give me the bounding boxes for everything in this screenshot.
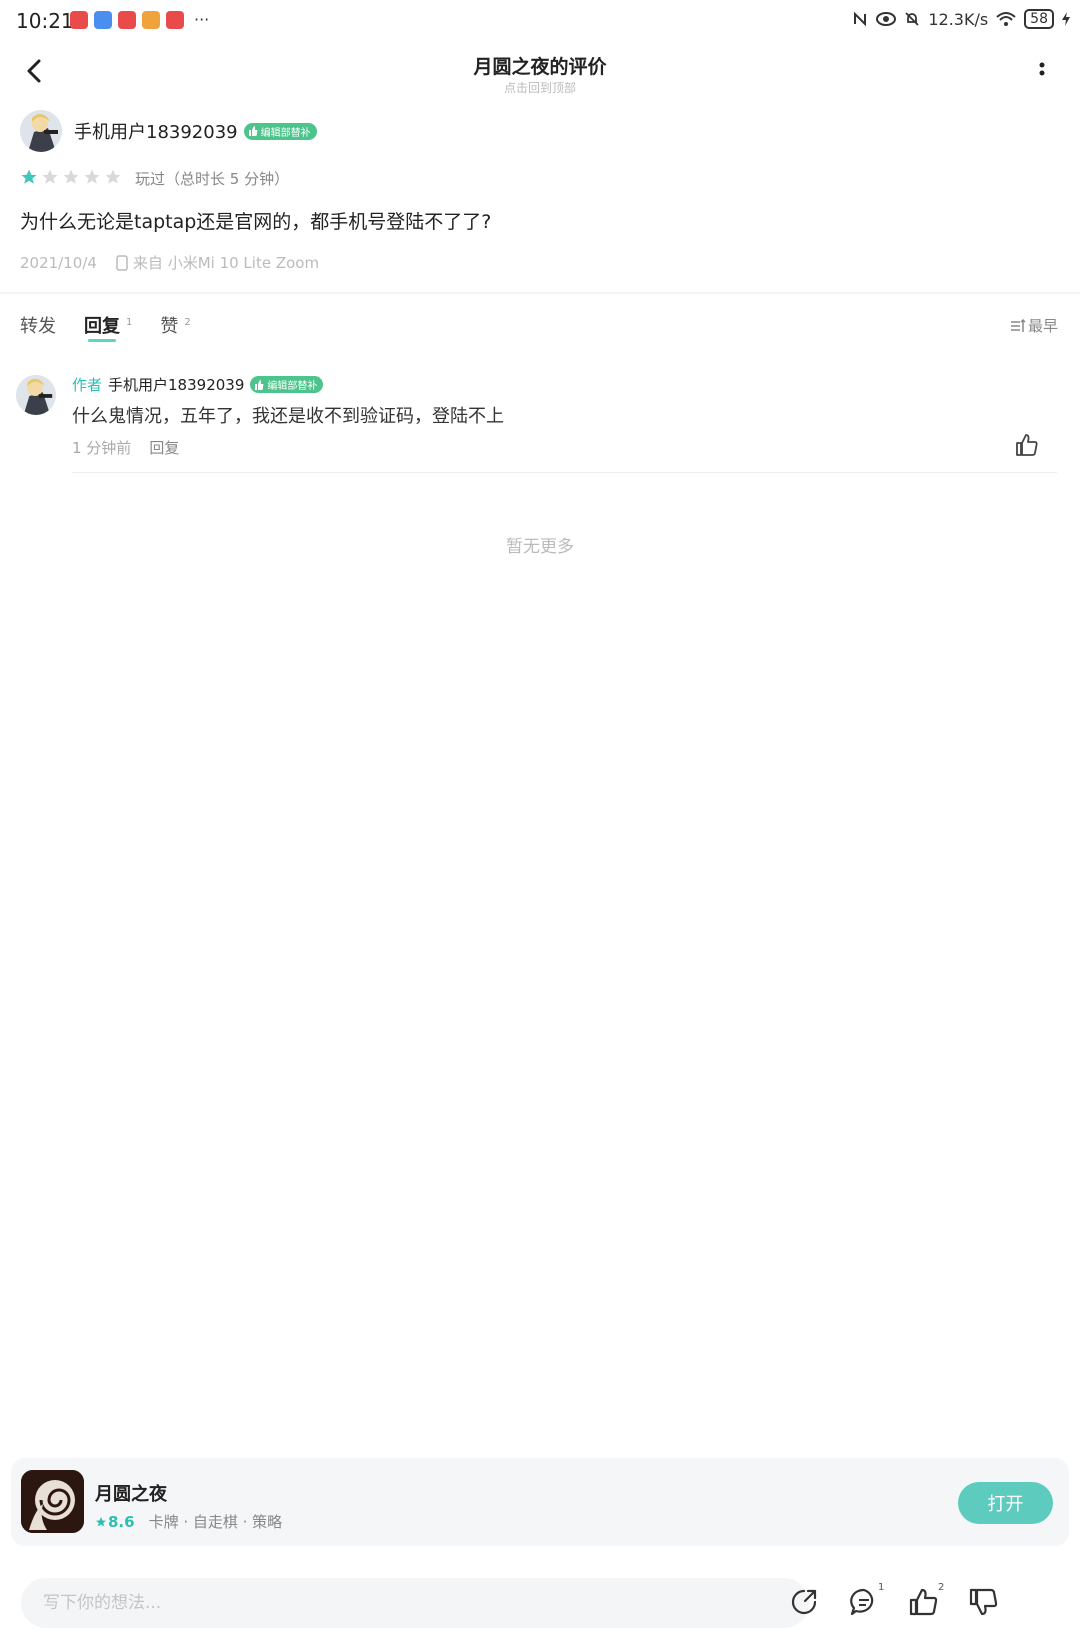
app-score-value: 8.6 [108, 1512, 135, 1531]
reviewer-username[interactable]: 手机用户18392039 [74, 118, 238, 144]
dislike-icon[interactable] [968, 1586, 1000, 1618]
app-name: 月圆之夜 [95, 1484, 167, 1505]
star-icon [96, 1516, 106, 1526]
tab-likes[interactable]: 赞2 [160, 312, 190, 338]
tab-likes-label: 赞 [160, 316, 179, 337]
notification-app-icon [94, 11, 112, 29]
star-empty-icon [84, 169, 100, 184]
status-notification-icons: ··· [70, 11, 209, 29]
comment-like-icon[interactable] [1014, 432, 1040, 458]
thumb-badge-icon [248, 126, 258, 136]
page-header: 月圆之夜的评价 点击回到顶部 [0, 44, 1080, 100]
battery-indicator: 58 [1024, 9, 1054, 29]
reviewer-info: 手机用户18392039 编辑部替补 [74, 118, 317, 144]
notification-app-icon [166, 11, 184, 29]
sort-label: 最早 [1027, 317, 1058, 335]
scroll-to-top-hint[interactable]: 点击回到顶部 [0, 79, 1080, 96]
notification-app-icon [142, 11, 160, 29]
app-info: 8.6 卡牌 · 自走棋 · 策略 [95, 1511, 282, 1532]
active-tab-indicator [88, 339, 116, 342]
section-divider [0, 292, 1080, 294]
editor-badge: 编辑部替补 [250, 376, 324, 393]
comment-text: 什么鬼情况，五年了，我还是收不到验证码，登陆不上 [72, 406, 504, 427]
tab-repost[interactable]: 转发 [20, 312, 56, 338]
more-options-icon[interactable] [1030, 60, 1054, 84]
comment-count: 1 [878, 1582, 885, 1593]
like-count: 2 [938, 1582, 945, 1593]
reviewer-avatar[interactable] [20, 110, 62, 152]
review-content: 为什么无论是taptap还是官网的，都手机号登陆不了了? [20, 211, 492, 233]
author-tag: 作者 [72, 376, 103, 394]
app-score: 8.6 [95, 1513, 135, 1531]
tab-replies[interactable]: 回复 1 [84, 312, 133, 342]
badge-label: 编辑部替补 [260, 127, 311, 139]
sort-button[interactable]: 最早 [1010, 315, 1058, 336]
thumb-badge-icon [255, 379, 264, 390]
star-empty-icon [63, 169, 79, 184]
status-time: 10:21 [16, 9, 74, 33]
status-right: 12.3K/s 58 [852, 9, 1070, 29]
no-more-hint: 暂无更多 [506, 537, 574, 557]
played-duration: 玩过（总时长 5 分钟） [135, 170, 290, 188]
tab-likes-count: 2 [184, 317, 191, 328]
network-speed: 12.3K/s [928, 9, 989, 29]
star-empty-icon [105, 169, 121, 184]
review-meta: 2021/10/4 来自 小米Mi 10 Lite Zoom [20, 252, 319, 273]
commenter-avatar[interactable] [16, 375, 56, 415]
review-device: 来自 小米Mi 10 Lite Zoom [132, 254, 320, 272]
phone-icon [116, 254, 128, 271]
wifi-icon [996, 12, 1016, 26]
status-bar: 10:21 ··· 12.3K/s 58 [0, 0, 1080, 44]
badge-label: 编辑部替补 [267, 381, 318, 392]
notification-app-icon [118, 11, 136, 29]
comment-header: 作者 手机用户18392039 编辑部替补 [72, 374, 324, 395]
like-icon[interactable] [908, 1586, 940, 1618]
mute-icon [905, 12, 919, 26]
nfc-icon [854, 11, 867, 27]
tab-replies-count: 1 [126, 317, 133, 328]
share-icon[interactable] [788, 1586, 820, 1618]
editor-badge: 编辑部替补 [243, 122, 317, 140]
commenter-username[interactable]: 手机用户18392039 [108, 374, 244, 395]
comment-meta: 1 分钟前 回复 [72, 437, 179, 458]
interaction-tabs: 转发 回复 1 赞2 [20, 312, 219, 342]
open-app-button[interactable]: 打开 [958, 1482, 1053, 1524]
rating-stars [20, 168, 122, 186]
sort-icon [1010, 318, 1026, 332]
review-date: 2021/10/4 [20, 253, 97, 272]
app-card[interactable]: 月圆之夜 8.6 卡牌 · 自走棋 · 策略 打开 [11, 1458, 1069, 1546]
star-empty-icon [42, 169, 58, 184]
comment-icon[interactable] [848, 1586, 880, 1618]
comment-input[interactable] [21, 1578, 809, 1628]
comment-time: 1 分钟前 [72, 439, 132, 457]
star-filled-icon [21, 169, 37, 184]
more-notifications-icon: ··· [194, 10, 210, 29]
comment-divider [72, 472, 1057, 473]
charging-icon [1062, 12, 1070, 26]
app-tags: 卡牌 · 自走棋 · 策略 [148, 1513, 283, 1531]
app-icon[interactable] [21, 1470, 84, 1533]
eye-icon [876, 12, 897, 26]
notification-app-icon [70, 11, 88, 29]
tab-repost-label: 转发 [20, 316, 56, 337]
tab-replies-label: 回复 [84, 316, 120, 337]
comment-reply-button[interactable]: 回复 [149, 437, 179, 458]
page-title[interactable]: 月圆之夜的评价 [0, 52, 1080, 79]
